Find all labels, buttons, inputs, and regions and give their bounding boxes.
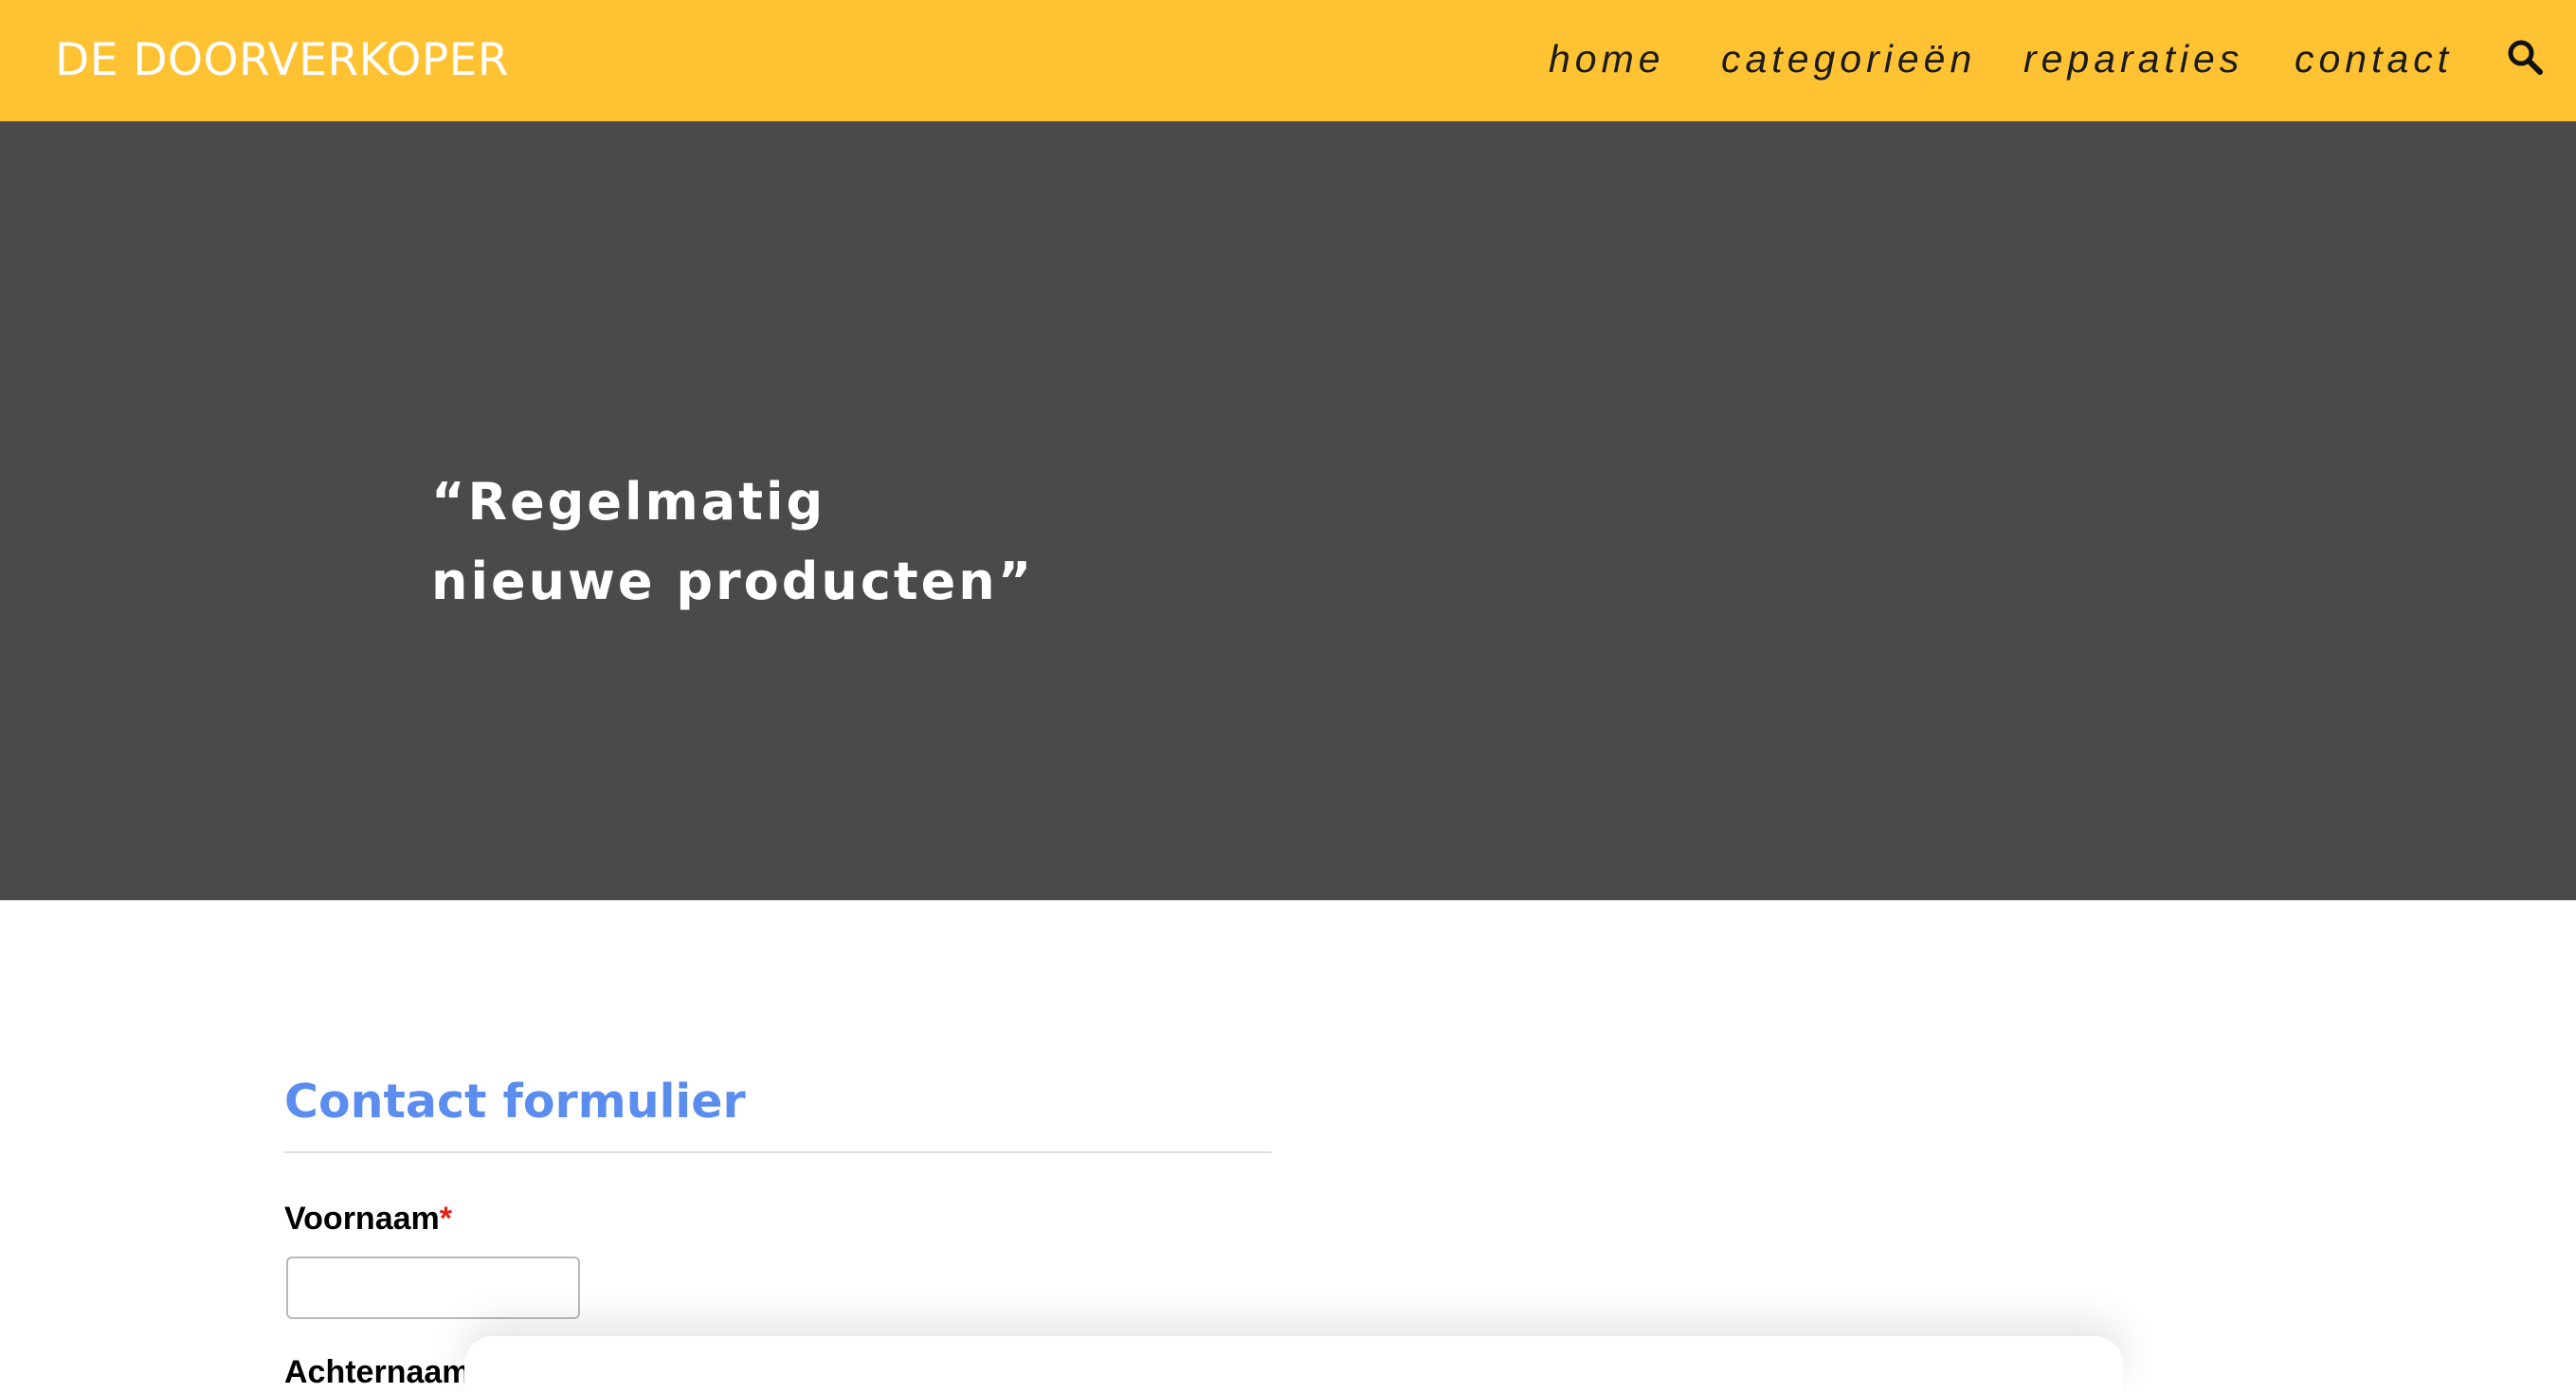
nav-contact-link[interactable]: contact [2295, 28, 2453, 89]
form-title: Contact formulier [284, 1075, 746, 1129]
first-name-label: Voornaam* [284, 1200, 452, 1238]
last-name-label-text: Achternaam [284, 1354, 471, 1390]
first-name-field[interactable] [286, 1257, 580, 1319]
required-marker: * [439, 1201, 452, 1237]
nav-home-link[interactable]: home [1549, 28, 1665, 89]
bottom-overlay-panel [464, 1336, 2123, 1393]
hero-quote: “Regelmatig nieuwe producten” [431, 462, 1034, 622]
form-divider [284, 1151, 1272, 1153]
hero-banner: “Regelmatig nieuwe producten” [0, 121, 2576, 900]
search-icon [2508, 40, 2543, 75]
hero-quote-line-1: “Regelmatig [431, 472, 826, 532]
hero-quote-line-2: nieuwe producten” [431, 552, 1035, 611]
nav-repairs-link[interactable]: reparaties [2023, 28, 2243, 89]
last-name-label: Achternaam* [284, 1353, 483, 1391]
site-logo[interactable]: DE DOORVERKOPER [55, 32, 509, 89]
nav-categories-link[interactable]: categorieën [1721, 28, 1976, 89]
site-header: DE DOORVERKOPER home categorieën reparat… [0, 0, 2576, 121]
first-name-label-text: Voornaam [284, 1201, 440, 1237]
search-button[interactable] [2506, 38, 2544, 76]
